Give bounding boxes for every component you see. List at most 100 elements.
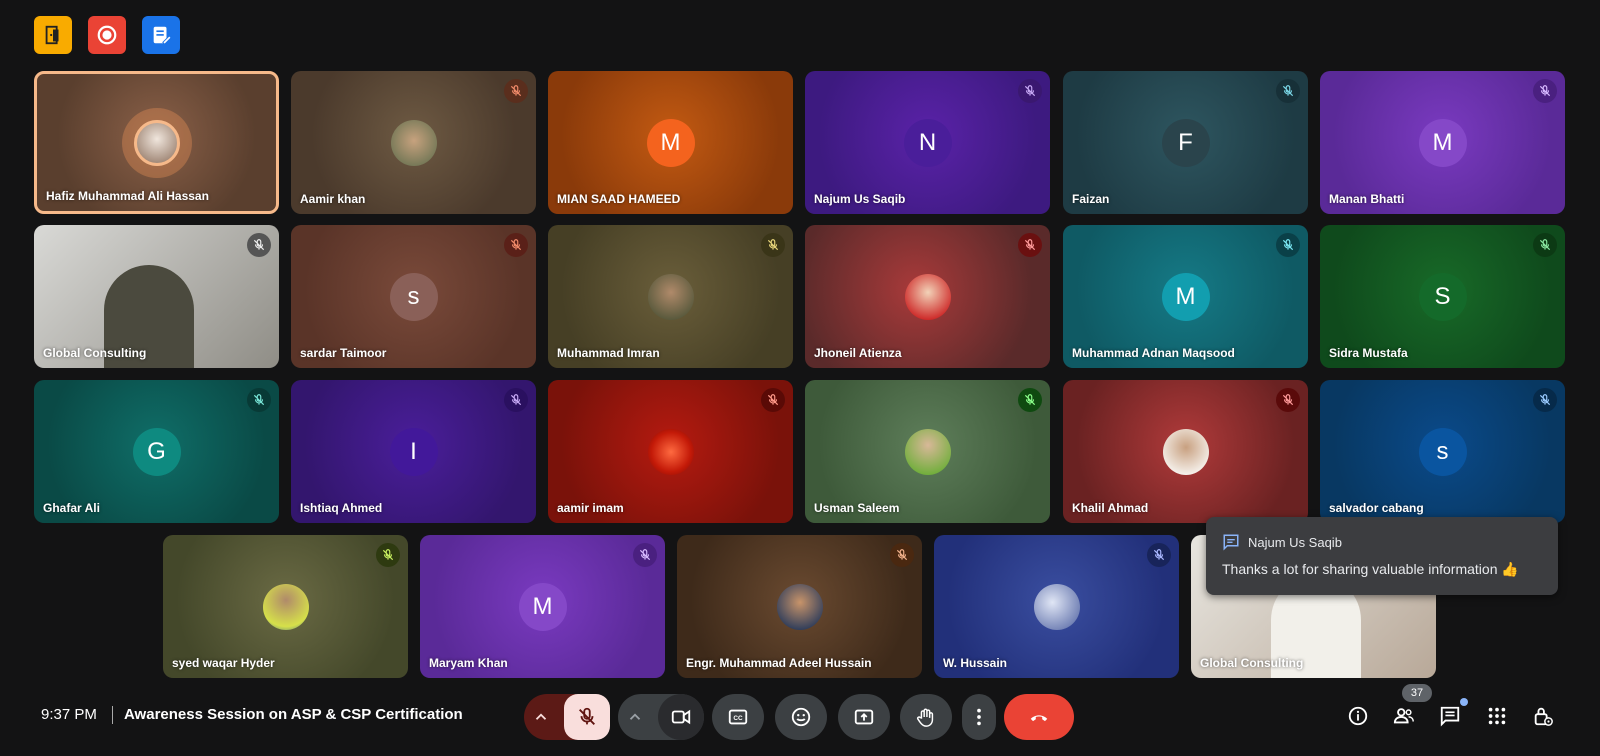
- meeting-title: Awareness Session on ASP & CSP Certifica…: [124, 706, 463, 723]
- participant-name: Global Consulting: [43, 346, 147, 360]
- participant-tile[interactable]: N Najum Us Saqib: [805, 71, 1050, 214]
- chevron-up-icon: [629, 713, 641, 720]
- reactions-button[interactable]: [775, 694, 827, 740]
- participant-tile[interactable]: S Sidra Mustafa: [1320, 225, 1565, 368]
- meeting-clock: 9:37 PM: [41, 706, 97, 723]
- avatar: N: [903, 118, 952, 167]
- avatar: G: [132, 427, 181, 476]
- door-exit-icon: [45, 25, 59, 45]
- participant-name: Hafiz Muhammad Ali Hassan: [46, 189, 209, 203]
- participant-name: Sidra Mustafa: [1329, 346, 1408, 360]
- participant-tile[interactable]: M MIAN SAAD HAMEED: [548, 71, 793, 214]
- mic-off-icon: [1018, 388, 1042, 412]
- participant-tile[interactable]: Usman Saleem: [805, 380, 1050, 523]
- host-controls-button[interactable]: [1527, 700, 1559, 732]
- avatar: [1033, 583, 1080, 630]
- avatar: [904, 428, 951, 475]
- mic-off-icon: [761, 388, 785, 412]
- chat-bubble-icon: [1223, 534, 1239, 551]
- participant-name: Jhoneil Atienza: [814, 346, 902, 360]
- bottom-control-bar: 9:37 PM Awareness Session on ASP & CSP C…: [0, 684, 1600, 746]
- leave-call-button[interactable]: [1004, 694, 1074, 740]
- participant-tile[interactable]: Jhoneil Atienza: [805, 225, 1050, 368]
- participant-name: Maryam Khan: [429, 656, 508, 670]
- present-screen-button[interactable]: [838, 694, 890, 740]
- participant-name: syed waqar Hyder: [172, 656, 275, 670]
- emoji-icon: [791, 707, 811, 727]
- mic-off-icon: [633, 543, 657, 567]
- avatar: M: [646, 118, 695, 167]
- activities-button[interactable]: [1481, 700, 1513, 732]
- info-icon: [1348, 706, 1368, 726]
- participant-name: W. Hussain: [943, 656, 1008, 670]
- participant-tile[interactable]: W. Hussain: [934, 535, 1179, 678]
- participant-tile[interactable]: Global Consulting: [34, 225, 279, 368]
- meeting-details-button[interactable]: [1342, 700, 1374, 732]
- avatar: [133, 119, 180, 166]
- participant-tile[interactable]: s sardar Taimoor: [291, 225, 536, 368]
- raise-hand-icon: [917, 708, 934, 727]
- mic-off-icon: [504, 233, 528, 257]
- mic-off-icon: [247, 388, 271, 412]
- mic-off-icon: [1533, 79, 1557, 103]
- record-icon: [97, 25, 117, 45]
- notes-button[interactable]: [142, 16, 180, 54]
- participant-name: Usman Saleem: [814, 501, 900, 515]
- avatar: [776, 583, 823, 630]
- participant-tile[interactable]: syed waqar Hyder: [163, 535, 408, 678]
- participant-tile[interactable]: M Manan Bhatti: [1320, 71, 1565, 214]
- people-icon: [1393, 708, 1414, 724]
- avatar: M: [518, 582, 567, 631]
- participant-name: Aamir khan: [300, 192, 366, 206]
- participant-name: Muhammad Imran: [557, 346, 660, 360]
- participant-tile[interactable]: I Ishtiaq Ahmed: [291, 380, 536, 523]
- mic-off-icon: [247, 233, 271, 257]
- chat-sender: Najum Us Saqib: [1248, 535, 1342, 550]
- participant-tile[interactable]: Aamir khan: [291, 71, 536, 214]
- mic-off-icon: [1276, 79, 1300, 103]
- avatar: s: [389, 272, 438, 321]
- mic-off-icon: [761, 233, 785, 257]
- closed-captions-icon: CC: [728, 709, 748, 725]
- people-button[interactable]: [1388, 700, 1420, 732]
- chat-notification[interactable]: Najum Us Saqib Thanks a lot for sharing …: [1206, 517, 1558, 595]
- participant-tile[interactable]: M Maryam Khan: [420, 535, 665, 678]
- participant-name: salvador cabang: [1329, 501, 1424, 515]
- participant-tile[interactable]: Engr. Muhammad Adeel Hussain: [677, 535, 922, 678]
- camera-toggle-button[interactable]: [658, 694, 704, 740]
- avatar: I: [389, 427, 438, 476]
- mic-off-icon: [1533, 233, 1557, 257]
- participant-tile[interactable]: G Ghafar Ali: [34, 380, 279, 523]
- participant-tile[interactable]: Hafiz Muhammad Ali Hassan: [34, 71, 279, 214]
- participant-name: Global Consulting: [1200, 656, 1304, 670]
- participant-tile[interactable]: s salvador cabang: [1320, 380, 1565, 523]
- avatar: s: [1418, 427, 1467, 476]
- apps-grid-icon: [1488, 707, 1506, 725]
- record-button[interactable]: [88, 16, 126, 54]
- participant-name: Khalil Ahmad: [1072, 501, 1149, 515]
- exit-button[interactable]: [34, 16, 72, 54]
- more-options-button[interactable]: [962, 694, 996, 740]
- lock-settings-icon: [1534, 707, 1553, 726]
- participant-name: Ghafar Ali: [43, 501, 100, 515]
- participant-tile[interactable]: Muhammad Imran: [548, 225, 793, 368]
- video-camera-icon: [671, 709, 691, 725]
- participant-tile[interactable]: Khalil Ahmad: [1063, 380, 1308, 523]
- divider: [112, 706, 113, 724]
- participant-tile[interactable]: aamir imam: [548, 380, 793, 523]
- avatar: S: [1418, 272, 1467, 321]
- captions-button[interactable]: CC: [712, 694, 764, 740]
- raise-hand-button[interactable]: [900, 694, 952, 740]
- mic-off-icon: [579, 707, 595, 725]
- participant-tile[interactable]: F Faizan: [1063, 71, 1308, 214]
- chat-icon: [1440, 706, 1460, 727]
- microphone-toggle-button[interactable]: [564, 694, 610, 740]
- participant-name: Ishtiaq Ahmed: [300, 501, 383, 515]
- participant-name: MIAN SAAD HAMEED: [557, 192, 681, 206]
- mic-off-icon: [1018, 233, 1042, 257]
- avatar: [647, 273, 694, 320]
- chevron-up-icon: [535, 713, 547, 720]
- avatar: M: [1161, 272, 1210, 321]
- participant-tile[interactable]: M Muhammad Adnan Maqsood: [1063, 225, 1308, 368]
- mic-off-icon: [1018, 79, 1042, 103]
